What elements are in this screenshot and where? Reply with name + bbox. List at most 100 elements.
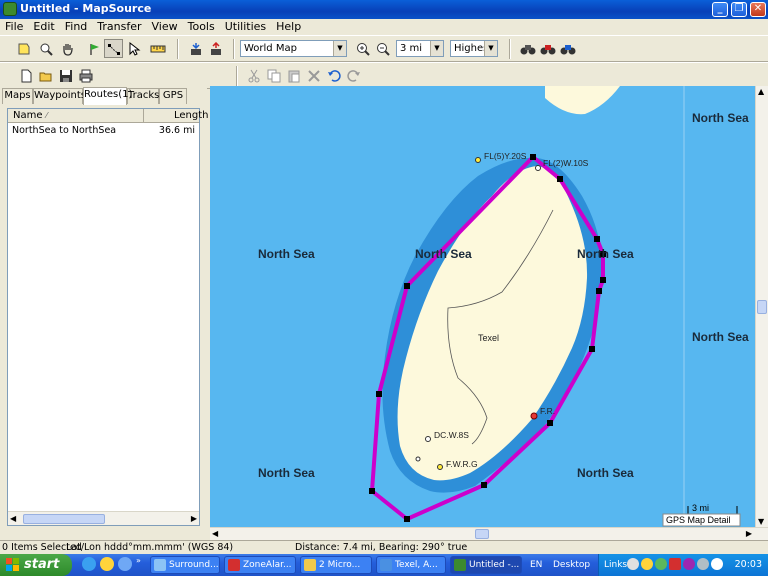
route-point[interactable]	[596, 288, 602, 294]
menu-transfer[interactable]: Transfer	[92, 19, 146, 35]
texel-island[interactable]	[397, 166, 588, 481]
tab-gps[interactable]: GPS	[159, 88, 187, 104]
map-vertical-scrollbar[interactable]: ▲ ▼	[755, 86, 768, 527]
delete-icon[interactable]	[304, 66, 323, 85]
chevron-down-icon[interactable]: ▼	[430, 41, 443, 56]
zoom-in-icon[interactable]	[353, 39, 372, 58]
print-icon[interactable]	[76, 66, 95, 85]
route-point[interactable]	[369, 488, 375, 494]
detail-level-select[interactable]: Highest ▼	[450, 40, 498, 57]
paste-icon[interactable]	[284, 66, 303, 85]
network-icon[interactable]	[711, 558, 723, 570]
route-point[interactable]	[594, 236, 600, 242]
light-marker[interactable]	[530, 412, 538, 420]
route-point[interactable]	[589, 346, 595, 352]
tab-waypoints[interactable]: Waypoints	[33, 88, 86, 104]
close-button[interactable]: ✕	[750, 2, 766, 17]
scrollbar-thumb[interactable]	[23, 514, 105, 524]
receive-from-device-icon[interactable]	[186, 39, 205, 58]
taskbar-item-surround[interactable]: Surround...	[150, 556, 220, 574]
minimize-button[interactable]: _	[712, 2, 728, 17]
redo-icon[interactable]	[344, 66, 363, 85]
chevron-down-icon[interactable]: ▼	[333, 41, 346, 56]
tray-icon[interactable]	[683, 558, 695, 570]
tray-icon[interactable]	[655, 558, 667, 570]
waypoint-tool-icon[interactable]	[84, 39, 103, 58]
route-point[interactable]	[557, 176, 563, 182]
zoom-scale-select[interactable]: 3 mi ▼	[396, 40, 444, 57]
taskbar-item-microsoft[interactable]: 2 Micro...	[300, 556, 372, 574]
light-marker[interactable]	[535, 165, 541, 171]
menu-utilities[interactable]: Utilities	[220, 19, 271, 35]
map-canvas[interactable]: North Sea North Sea North Sea North Sea …	[210, 86, 755, 527]
route-point[interactable]	[530, 154, 536, 160]
map-product-select[interactable]: World Map ▼	[240, 40, 347, 57]
menu-find[interactable]: Find	[60, 19, 93, 35]
quicklaunch-icon[interactable]	[118, 557, 132, 571]
tray-icon[interactable]	[641, 558, 653, 570]
light-marker[interactable]	[415, 456, 421, 462]
scroll-left-icon[interactable]: ◀	[10, 512, 16, 525]
select-map-tool-icon[interactable]	[14, 39, 33, 58]
scrollbar-thumb[interactable]	[475, 529, 489, 539]
route-point[interactable]	[404, 516, 410, 522]
ie-quicklaunch-icon[interactable]	[82, 557, 96, 571]
list-horizontal-scrollbar[interactable]: ◀ ▶	[8, 511, 199, 525]
zoom-out-icon[interactable]	[373, 39, 392, 58]
menu-tools[interactable]: Tools	[183, 19, 220, 35]
save-icon[interactable]	[56, 66, 75, 85]
language-indicator[interactable]: EN	[530, 554, 542, 576]
light-marker[interactable]	[425, 436, 431, 442]
copy-icon[interactable]	[264, 66, 283, 85]
find-places-icon[interactable]	[538, 39, 557, 58]
menu-edit[interactable]: Edit	[28, 19, 59, 35]
scroll-right-icon[interactable]: ▶	[191, 512, 197, 525]
speaker-icon[interactable]	[697, 558, 709, 570]
tab-maps[interactable]: Maps	[2, 88, 33, 104]
scroll-right-icon[interactable]: ▶	[746, 528, 752, 540]
scrollbar-thumb[interactable]	[757, 300, 767, 314]
column-header-length[interactable]: Length	[174, 109, 209, 123]
light-marker[interactable]	[437, 464, 443, 470]
taskbar-item-texel[interactable]: Texel, A...	[376, 556, 446, 574]
quicklaunch-overflow-icon[interactable]: »	[136, 554, 141, 568]
undo-icon[interactable]	[324, 66, 343, 85]
scroll-down-icon[interactable]: ▼	[758, 517, 764, 526]
new-file-icon[interactable]	[16, 66, 35, 85]
find-nearest-icon[interactable]	[558, 39, 577, 58]
find-binoculars-icon[interactable]	[518, 39, 537, 58]
route-point[interactable]	[481, 482, 487, 488]
zoom-tool-icon[interactable]	[36, 39, 55, 58]
table-row[interactable]: NorthSea to NorthSea 36.6 mi	[8, 124, 199, 137]
route-point[interactable]	[376, 391, 382, 397]
route-point[interactable]	[600, 277, 606, 283]
send-to-device-icon[interactable]	[206, 39, 225, 58]
distance-bearing-tool-icon[interactable]	[148, 39, 167, 58]
start-button[interactable]: start	[0, 554, 72, 576]
mapsource-app-icon[interactable]	[3, 2, 17, 16]
zonealarm-tray-icon[interactable]	[669, 558, 681, 570]
route-point[interactable]	[547, 420, 553, 426]
tab-routes[interactable]: Routes(1)	[83, 87, 132, 105]
chevron-down-icon[interactable]: ▼	[484, 41, 497, 56]
taskbar-item-mapsource[interactable]: Untitled -...	[450, 556, 522, 574]
tray-icon[interactable]	[627, 558, 639, 570]
menu-file[interactable]: File	[0, 19, 28, 35]
hand-tool-icon[interactable]	[58, 39, 77, 58]
cut-icon[interactable]	[244, 66, 263, 85]
selection-arrow-icon[interactable]	[124, 39, 143, 58]
clock[interactable]: 20:03	[735, 554, 762, 576]
light-marker[interactable]	[475, 157, 481, 163]
desktop-toolbar[interactable]: Desktop	[553, 554, 590, 576]
menu-help[interactable]: Help	[271, 19, 306, 35]
menu-view[interactable]: View	[147, 19, 183, 35]
open-folder-icon[interactable]	[36, 66, 55, 85]
column-header-name[interactable]: Name	[13, 109, 43, 123]
map-view[interactable]: North Sea North Sea North Sea North Sea …	[210, 86, 755, 527]
maximize-button[interactable]: ❐	[731, 2, 747, 17]
taskbar-item-zonealarm[interactable]: ZoneAlar...	[224, 556, 296, 574]
links-toolbar[interactable]: Links	[604, 554, 627, 576]
map-horizontal-scrollbar[interactable]: ◀ ▶	[210, 527, 768, 540]
route-tool-icon[interactable]	[104, 39, 123, 58]
quicklaunch-icon[interactable]	[100, 557, 114, 571]
